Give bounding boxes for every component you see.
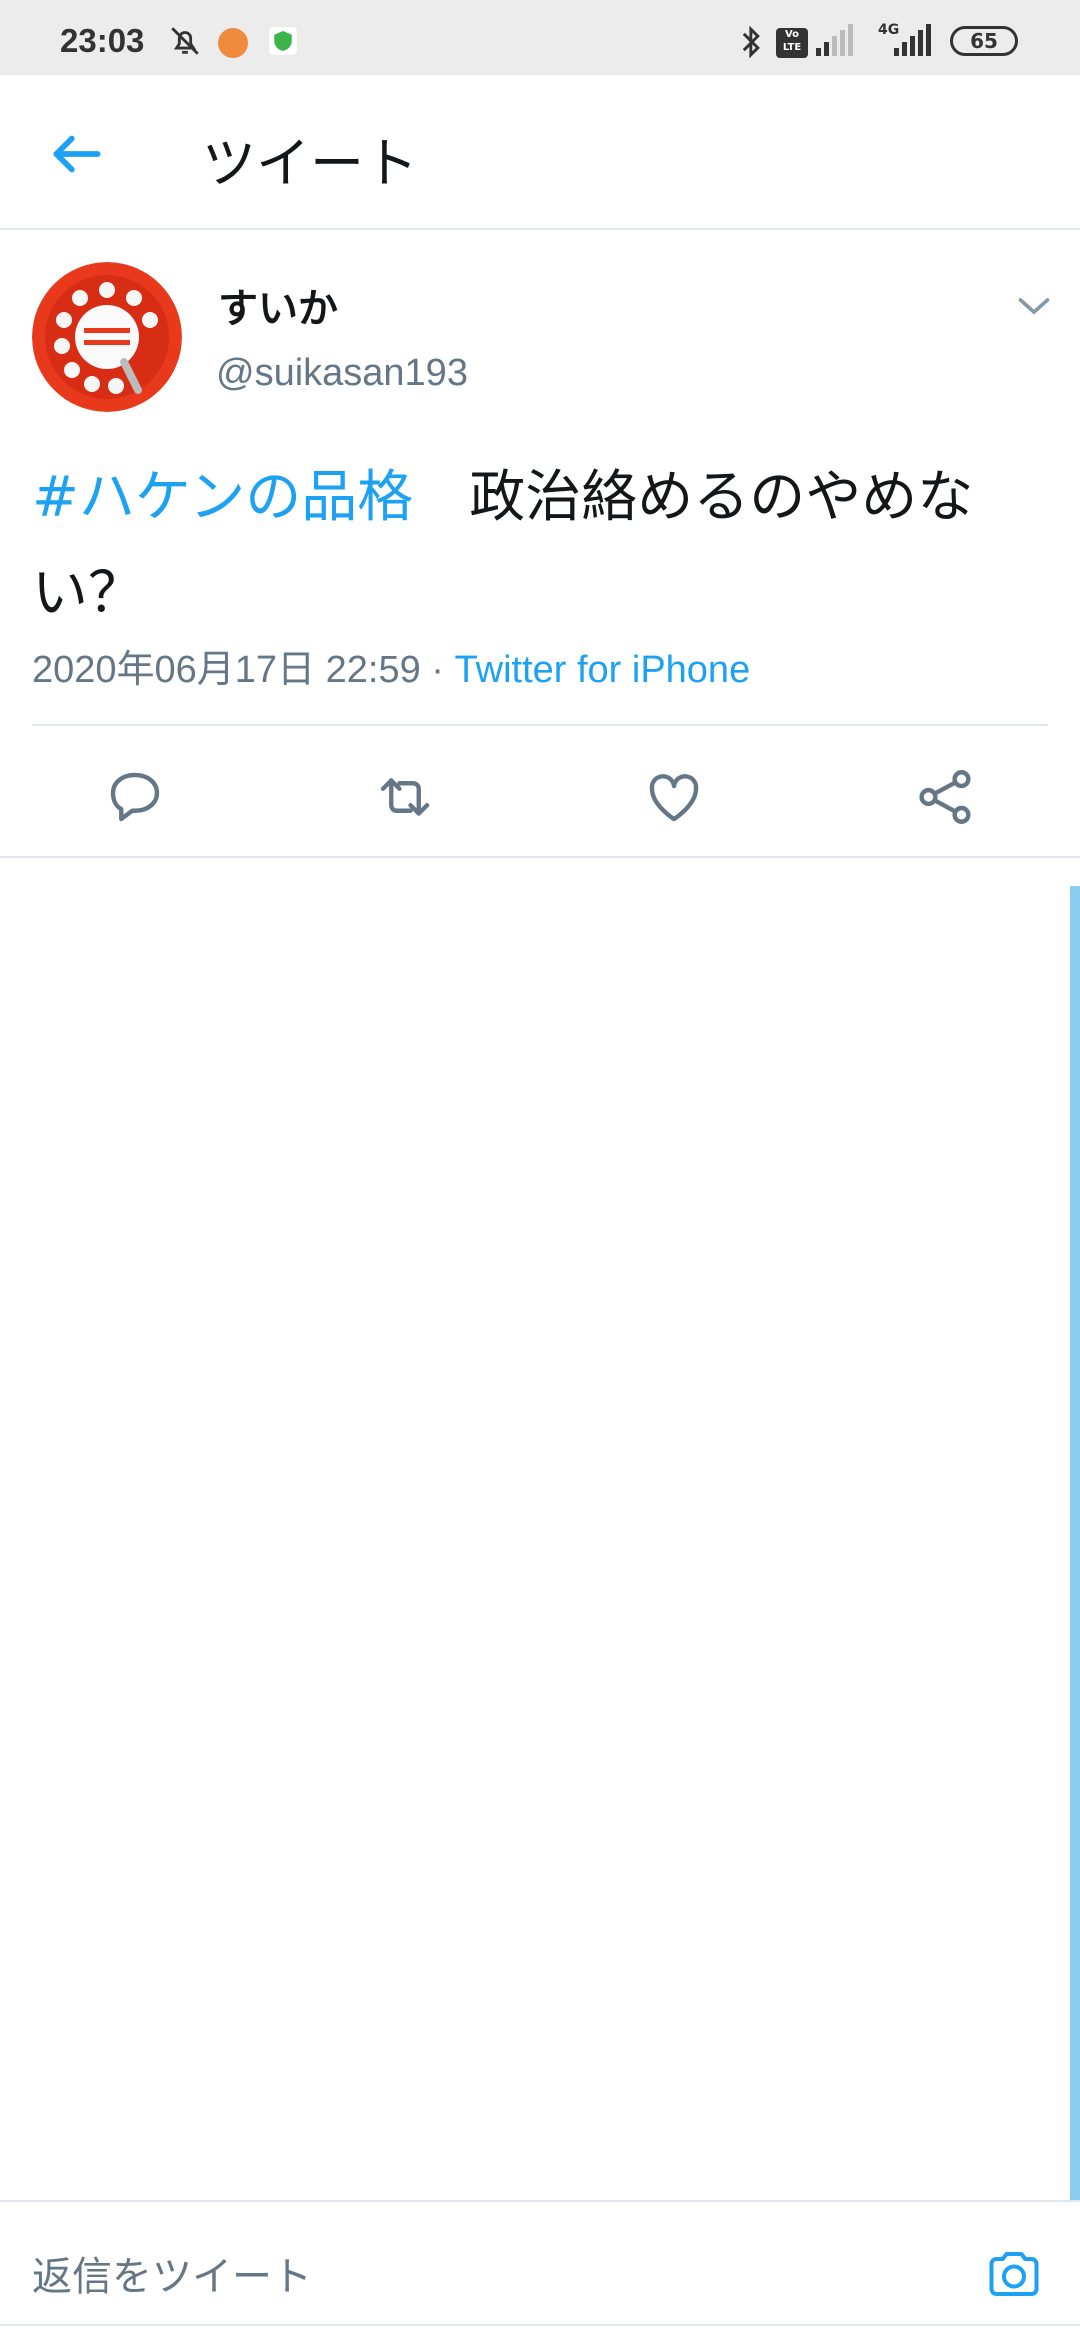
bluetooth-icon (738, 24, 766, 64)
heart-icon (649, 774, 699, 822)
comment-icon (110, 772, 160, 822)
retweet-icon (380, 778, 430, 816)
divider (0, 856, 1080, 858)
status-bar: 23:03 Vo LTE 4G 65 (0, 0, 1080, 75)
signal-full-icon (890, 24, 934, 60)
signal-weak-icon (816, 24, 856, 60)
app-notification-icon (218, 28, 248, 58)
meta-separator: · (420, 649, 455, 691)
tweet-actions (0, 740, 1080, 858)
divider (0, 2324, 1080, 2326)
bell-off-icon (168, 24, 202, 62)
display-name[interactable]: すいか (218, 276, 338, 334)
reply-input[interactable]: 返信をツイート (32, 2244, 312, 2302)
volte-icon: Vo LTE (776, 28, 808, 58)
tweet-source-link[interactable]: Twitter for iPhone (455, 649, 751, 691)
divider (32, 724, 1048, 726)
tweet-text: #ハケンの品格 政治絡めるのやめない？ (32, 450, 1062, 642)
like-button[interactable] (641, 764, 707, 830)
battery-icon: 65 (950, 26, 1018, 56)
camera-icon (989, 2252, 1039, 2296)
tweet-options-button[interactable] (1016, 294, 1052, 322)
status-time: 23:03 (60, 22, 145, 59)
share-icon (919, 770, 971, 824)
top-app-bar: ツイート (0, 75, 1080, 230)
reply-button[interactable] (102, 764, 168, 830)
reply-composer[interactable]: 返信をツイート (0, 2200, 1080, 2340)
tweet-meta: 2020年06月17日 22:59 · Twitter for iPhone (32, 638, 750, 693)
avatar[interactable] (32, 262, 182, 412)
arrow-left-icon (53, 135, 101, 173)
hashtag-link[interactable]: #ハケンの品格 (32, 465, 413, 530)
retweet-button[interactable] (372, 764, 438, 830)
page-title: ツイート (202, 132, 418, 195)
scrollbar[interactable] (1070, 886, 1080, 2200)
camera-button[interactable] (984, 2244, 1044, 2304)
user-handle[interactable]: @suikasan193 (216, 352, 468, 395)
chevron-down-icon (1018, 298, 1050, 315)
share-button[interactable] (912, 764, 978, 830)
back-button[interactable] (46, 123, 108, 185)
shield-icon (268, 26, 298, 60)
tweet-timestamp: 2020年06月17日 22:59 (32, 649, 421, 691)
rotary-phone-avatar-icon (32, 262, 182, 412)
